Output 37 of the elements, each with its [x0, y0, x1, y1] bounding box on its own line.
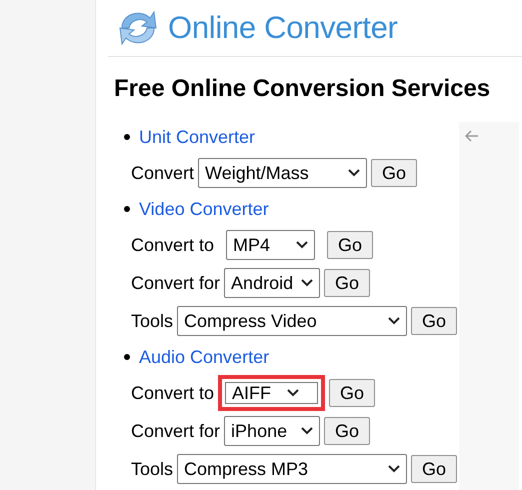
bullet-icon — [124, 354, 130, 360]
dropdown[interactable]: Android — [224, 268, 320, 298]
chevron-down-icon — [301, 427, 314, 435]
bullet-icon — [124, 134, 130, 140]
bullet-icon — [124, 206, 130, 212]
go-button[interactable]: Go — [329, 379, 376, 407]
field-label: Convert — [131, 162, 194, 184]
go-button[interactable]: Go — [327, 231, 374, 259]
converter-link[interactable]: Video Converter — [139, 198, 269, 220]
dropdown[interactable]: AIFF — [218, 375, 326, 411]
back-arrow-icon[interactable] — [465, 130, 479, 142]
site-title: Online Converter — [168, 10, 398, 46]
go-button[interactable]: Go — [371, 159, 418, 187]
chevron-down-icon — [287, 389, 300, 397]
go-button[interactable]: Go — [411, 307, 458, 335]
field-label: Convert to — [131, 234, 214, 256]
field-label: Tools — [131, 310, 174, 332]
dropdown[interactable]: iPhone — [224, 416, 320, 446]
field-label: Convert to — [131, 382, 214, 404]
page-heading: Free Online Conversion Services — [113, 74, 492, 104]
chevron-down-icon — [301, 279, 314, 287]
dropdown[interactable]: Compress Video — [177, 306, 408, 336]
dropdown[interactable]: Compress MP3 — [177, 454, 408, 484]
dropdown[interactable]: MP4 — [226, 230, 316, 260]
field-label: Tools — [131, 458, 174, 480]
converter-link[interactable]: Audio Converter — [139, 346, 270, 368]
dropdown[interactable]: Weight/Mass — [198, 158, 368, 188]
chevron-down-icon — [388, 317, 400, 325]
chevron-down-icon — [348, 169, 360, 177]
field-label: Convert for — [131, 420, 220, 442]
chevron-down-icon — [296, 241, 308, 249]
go-button[interactable]: Go — [324, 417, 370, 445]
converter-link[interactable]: Unit Converter — [139, 126, 256, 148]
go-button[interactable]: Go — [411, 455, 458, 483]
go-button[interactable]: Go — [324, 269, 370, 297]
field-label: Convert for — [131, 272, 220, 294]
chevron-down-icon — [388, 465, 400, 473]
